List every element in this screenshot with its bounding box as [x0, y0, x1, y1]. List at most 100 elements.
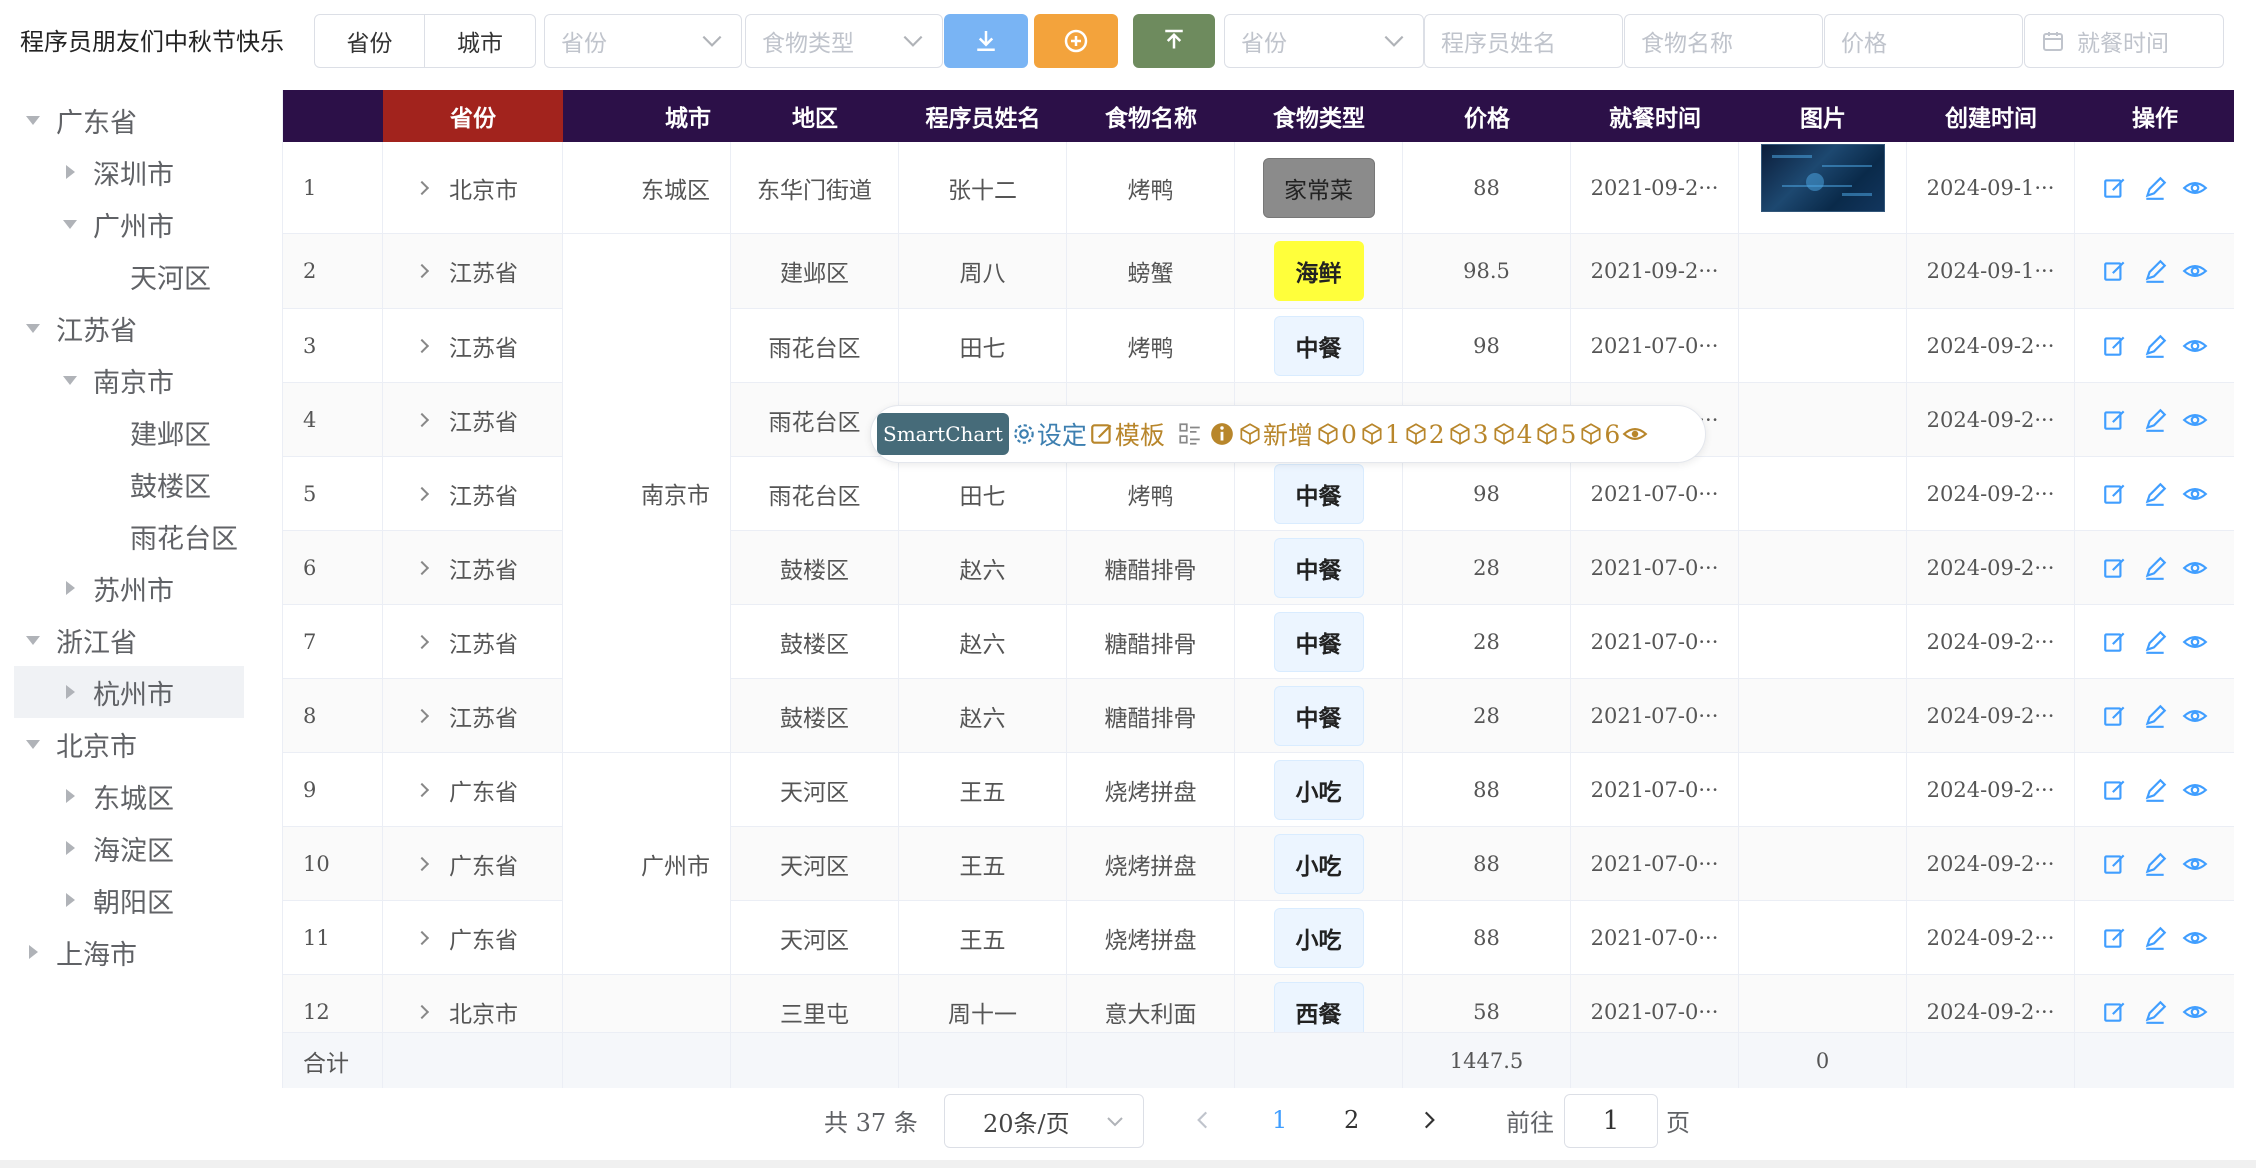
eye-icon[interactable] — [2182, 629, 2208, 655]
page-size-select[interactable]: 20条/页 — [944, 1093, 1144, 1149]
cell-province[interactable]: 江苏省 — [383, 605, 563, 678]
cell-province[interactable]: 江苏省 — [383, 383, 563, 456]
price-input[interactable]: 价格 — [1824, 14, 2023, 68]
download-button[interactable] — [944, 14, 1028, 68]
pencil-icon[interactable] — [2142, 999, 2168, 1025]
eye-icon[interactable] — [2182, 777, 2208, 803]
pencil-icon[interactable] — [2142, 629, 2168, 655]
expand-chevron-icon[interactable] — [414, 560, 430, 575]
eye-icon[interactable] — [2182, 851, 2208, 877]
smartchart-item-11[interactable]: 6 — [1578, 420, 1620, 449]
column-header-district[interactable]: 地区 — [731, 90, 899, 142]
eye-icon[interactable] — [2182, 703, 2208, 729]
next-page-button[interactable] — [1416, 1092, 1442, 1148]
cell-province[interactable]: 江苏省 — [383, 679, 563, 752]
expand-chevron-icon[interactable] — [414, 180, 430, 195]
column-header-created[interactable]: 创建时间 — [1907, 90, 2075, 142]
column-header-idx[interactable] — [283, 90, 383, 142]
upload-button[interactable] — [1133, 14, 1215, 68]
smartchart-brand[interactable]: SmartChart — [877, 413, 1009, 455]
tree-node[interactable]: 南京市 — [14, 354, 244, 406]
tree-node[interactable]: 建邺区 — [14, 406, 244, 458]
smartchart-item-1[interactable]: 模板 — [1089, 416, 1165, 452]
smartchart-item-5[interactable]: 0 — [1315, 420, 1357, 449]
eye-icon[interactable] — [2182, 925, 2208, 951]
column-header-province[interactable]: 省份 — [383, 90, 563, 142]
eye-icon[interactable] — [2182, 999, 2208, 1025]
expand-chevron-icon[interactable] — [414, 1004, 430, 1019]
prev-page-button[interactable] — [1190, 1092, 1216, 1148]
eye-icon[interactable] — [2182, 333, 2208, 359]
expand-chevron-icon[interactable] — [414, 708, 430, 723]
edit-icon[interactable] — [2102, 703, 2128, 729]
pencil-icon[interactable] — [2142, 555, 2168, 581]
edit-icon[interactable] — [2102, 258, 2128, 284]
smartchart-item-8[interactable]: 3 — [1447, 420, 1489, 449]
edit-icon[interactable] — [2102, 999, 2128, 1025]
cell-province[interactable]: 江苏省 — [383, 531, 563, 604]
goto-page-input[interactable]: 1 — [1564, 1093, 1658, 1149]
cell-province[interactable]: 广东省 — [383, 753, 563, 826]
pencil-icon[interactable] — [2142, 481, 2168, 507]
cell-province[interactable]: 江苏省 — [383, 234, 563, 308]
cell-province[interactable]: 江苏省 — [383, 457, 563, 530]
edit-icon[interactable] — [2102, 175, 2128, 201]
pencil-icon[interactable] — [2142, 333, 2168, 359]
edit-icon[interactable] — [2102, 333, 2128, 359]
eye-icon[interactable] — [2182, 175, 2208, 201]
tree-node[interactable]: 杭州市 — [14, 666, 244, 718]
expand-chevron-icon[interactable] — [414, 930, 430, 945]
tree-node[interactable]: 朝阳区 — [14, 874, 244, 926]
tree-node[interactable]: 海淀区 — [14, 822, 244, 874]
edit-icon[interactable] — [2102, 925, 2128, 951]
cell-province[interactable]: 北京市 — [383, 142, 563, 233]
edit-icon[interactable] — [2102, 777, 2128, 803]
pencil-icon[interactable] — [2142, 851, 2168, 877]
food-type-select[interactable]: 食物类型 — [745, 14, 943, 68]
dashboard-thumbnail[interactable] — [1760, 144, 1885, 212]
meal-date-picker[interactable]: 就餐时间 — [2024, 14, 2224, 68]
column-header-food[interactable]: 食物名称 — [1067, 90, 1235, 142]
tree-node[interactable]: 天河区 — [14, 250, 244, 302]
edit-icon[interactable] — [2102, 555, 2128, 581]
province-select-2[interactable]: 省份 — [1224, 14, 1424, 68]
smartchart-item-7[interactable]: 2 — [1403, 420, 1445, 449]
tree-node[interactable]: 鼓楼区 — [14, 458, 244, 510]
add-button[interactable] — [1034, 14, 1118, 68]
edit-icon[interactable] — [2102, 851, 2128, 877]
column-header-name[interactable]: 程序员姓名 — [899, 90, 1067, 142]
expand-chevron-icon[interactable] — [414, 856, 430, 871]
toggle-city[interactable]: 城市 — [424, 15, 535, 67]
edit-icon[interactable] — [2102, 407, 2128, 433]
eye-icon[interactable] — [2182, 555, 2208, 581]
tree-node[interactable]: 北京市 — [14, 718, 244, 770]
programmer-name-input[interactable]: 程序员姓名 — [1424, 14, 1623, 68]
column-header-type[interactable]: 食物类型 — [1235, 90, 1403, 142]
tree-node[interactable]: 深圳市 — [14, 146, 244, 198]
tree-node[interactable]: 上海市 — [14, 926, 244, 978]
column-header-image[interactable]: 图片 — [1739, 90, 1907, 142]
smartchart-item-2[interactable] — [1177, 421, 1203, 447]
tree-node[interactable]: 广州市 — [14, 198, 244, 250]
expand-chevron-icon[interactable] — [414, 486, 430, 501]
edit-icon[interactable] — [2102, 629, 2128, 655]
province-select[interactable]: 省份 — [544, 14, 742, 68]
toggle-province[interactable]: 省份 — [315, 15, 424, 67]
column-header-city[interactable]: 城市 — [563, 90, 731, 142]
column-header-date[interactable]: 就餐时间 — [1571, 90, 1739, 142]
edit-icon[interactable] — [2102, 481, 2128, 507]
eye-icon[interactable] — [2182, 481, 2208, 507]
smartchart-item-12[interactable] — [1622, 421, 1648, 447]
column-header-ops[interactable]: 操作 — [2075, 90, 2234, 142]
cell-province[interactable]: 广东省 — [383, 901, 563, 974]
cell-province[interactable]: 广东省 — [383, 827, 563, 900]
smartchart-item-9[interactable]: 4 — [1491, 420, 1532, 449]
smartchart-item-6[interactable]: 1 — [1359, 420, 1401, 449]
expand-chevron-icon[interactable] — [414, 412, 430, 427]
pencil-icon[interactable] — [2142, 925, 2168, 951]
eye-icon[interactable] — [2182, 407, 2208, 433]
tree-node[interactable]: 浙江省 — [14, 614, 244, 666]
food-name-input[interactable]: 食物名称 — [1624, 14, 1823, 68]
tree-node[interactable]: 东城区 — [14, 770, 244, 822]
eye-icon[interactable] — [2182, 258, 2208, 284]
